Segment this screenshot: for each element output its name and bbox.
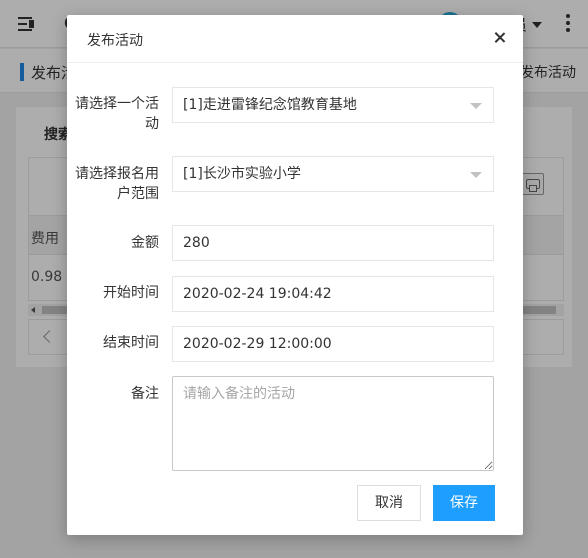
dialog-header: 发布活动 xyxy=(67,15,523,63)
amount-label: 金额 xyxy=(131,235,159,251)
remark-label: 备注 xyxy=(131,386,159,402)
save-button[interactable]: 保存 xyxy=(433,485,495,521)
dialog-title: 发布活动 xyxy=(87,33,143,49)
publish-activity-dialog: 发布活动 请选择一个活动 [1]走进雷锋纪念馆教育基地 请选择报名用户范围 [1… xyxy=(67,15,523,535)
chevron-down-icon xyxy=(470,172,482,178)
close-icon[interactable] xyxy=(492,30,508,46)
user-scope-label: 请选择报名用户范围 xyxy=(75,166,159,202)
activity-select-value: [1]走进雷锋纪念馆教育基地 xyxy=(183,97,357,113)
activity-select[interactable]: [1]走进雷锋纪念馆教育基地 xyxy=(172,87,494,123)
remark-textarea[interactable] xyxy=(172,376,494,471)
activity-label: 请选择一个活动 xyxy=(75,96,159,132)
start-time-input[interactable]: 2020-02-24 19:04:42 xyxy=(172,276,494,312)
user-scope-select-value: [1]长沙市实验小学 xyxy=(183,166,301,182)
amount-input[interactable]: 280 xyxy=(172,225,494,261)
user-scope-select[interactable]: [1]长沙市实验小学 xyxy=(172,156,494,192)
chevron-down-icon xyxy=(470,103,482,109)
end-time-label: 结束时间 xyxy=(103,335,159,351)
start-time-label: 开始时间 xyxy=(103,285,159,301)
cancel-button[interactable]: 取消 xyxy=(357,485,421,521)
end-time-input[interactable]: 2020-02-29 12:00:00 xyxy=(172,326,494,362)
